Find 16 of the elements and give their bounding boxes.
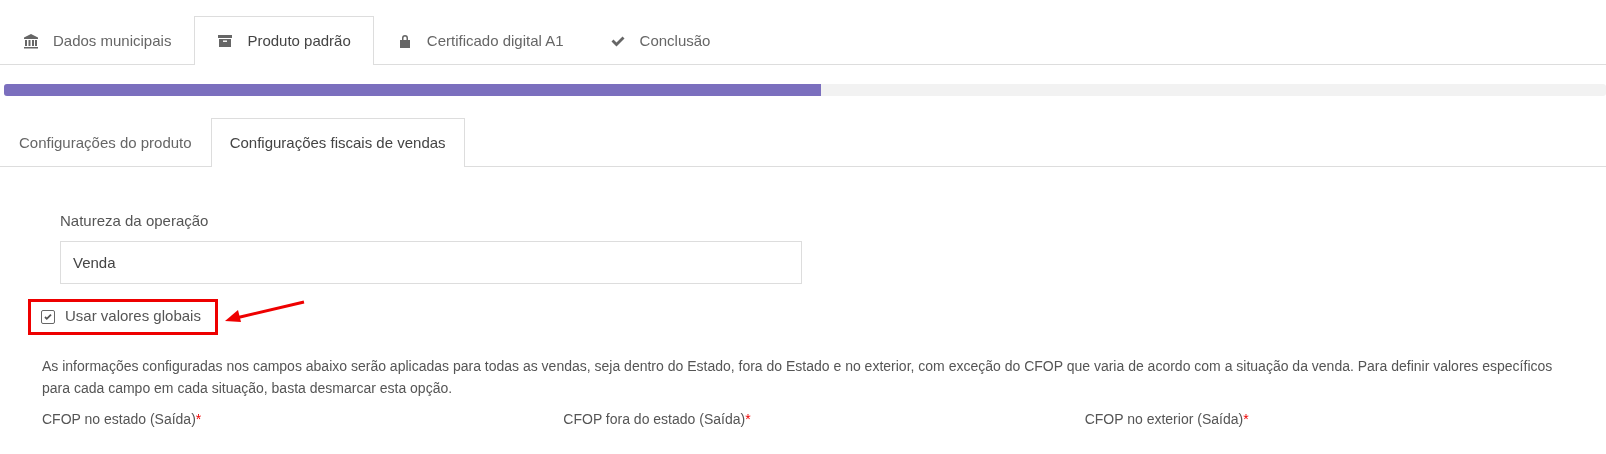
step-tab[interactable]: Produto padrão [194,16,374,65]
checkbox[interactable] [41,309,55,324]
archive-box-icon [217,33,234,49]
field-label: CFOP no exterior (Saída)* [1084,409,1250,429]
field-label: CFOP no estado (Saída)* [42,409,203,429]
sub-tab[interactable]: Configurações fiscais de vendas [210,118,465,167]
step-tab[interactable]: Dados municipais [0,16,195,65]
operation-field[interactable]: Venda [60,240,802,284]
sub-tab[interactable]: Configurações do produto [0,118,211,167]
help-text: As informações configuradas nos campos abaixo serão aplicadas para todas as vendas, seja dentro do Estado, fora do Estado e no exterior, com exceção do CFOP que varia de acordo com a situação da venda. Para definir valores específicos para cada campo em cada situação, basta desmarcar esta opção. [42,356,1554,398]
step-tab[interactable]: Conclusão [586,16,734,65]
field-label: CFOP fora do estado (Saída)* [563,409,752,429]
checkbox-label: Usar valores globais [65,306,201,327]
step-tab[interactable]: Certificado digital A1 [373,16,587,65]
field-label: Natureza da operação [60,211,210,231]
bank-icon [23,33,39,49]
